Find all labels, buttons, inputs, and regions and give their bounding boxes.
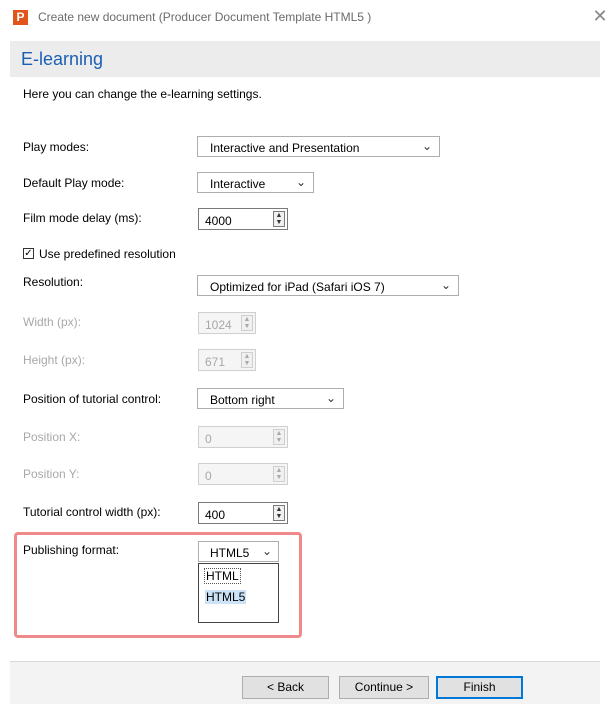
intro-text: Here you can change the e-learning setti…: [23, 87, 262, 101]
app-logo-icon: P: [13, 10, 28, 25]
spin-arrows-icon[interactable]: ▲ ▼: [241, 352, 253, 368]
option-html[interactable]: HTML: [204, 568, 241, 584]
chevron-down-icon: ⌄: [295, 175, 306, 189]
resolution-label: Resolution:: [23, 275, 84, 289]
position-y-stepper[interactable]: 0 ▲ ▼: [198, 463, 288, 485]
play-modes-dropdown[interactable]: Interactive and Presentation ⌄: [197, 136, 440, 157]
spin-arrows-icon[interactable]: ▲ ▼: [273, 505, 285, 521]
default-play-mode-dropdown[interactable]: Interactive ⌄: [197, 172, 314, 193]
position-x-label: Position X:: [23, 430, 81, 444]
publishing-format-dropdown[interactable]: HTML5 ⌄: [198, 541, 279, 562]
play-modes-label: Play modes:: [23, 140, 90, 154]
default-play-mode-value: Interactive: [210, 177, 266, 191]
height-value: 671: [205, 355, 226, 369]
spin-arrows-icon[interactable]: ▲ ▼: [241, 315, 253, 331]
tutorial-position-dropdown[interactable]: Bottom right ⌄: [197, 388, 344, 409]
film-mode-delay-label: Film mode delay (ms):: [23, 211, 142, 225]
tutorial-width-value: 400: [205, 508, 226, 522]
position-x-value: 0: [205, 432, 212, 446]
resolution-dropdown[interactable]: Optimized for iPad (Safari iOS 7) ⌄: [197, 275, 459, 296]
use-predefined-resolution-checkbox[interactable]: ✓: [23, 248, 34, 259]
chevron-down-icon: ⌄: [440, 278, 451, 292]
spin-arrows-icon[interactable]: ▲ ▼: [273, 466, 285, 482]
width-value: 1024: [205, 318, 232, 332]
use-predefined-resolution-label: Use predefined resolution: [39, 247, 176, 261]
publishing-format-label: Publishing format:: [23, 543, 120, 557]
window-title: Create new document (Producer Document T…: [38, 10, 372, 24]
publishing-format-value: HTML5: [210, 546, 250, 560]
option-html5[interactable]: HTML5: [205, 590, 247, 604]
resolution-value: Optimized for iPad (Safari iOS 7): [210, 280, 385, 294]
spin-arrows-icon[interactable]: ▲ ▼: [273, 429, 285, 445]
film-mode-delay-value: 4000: [205, 214, 232, 228]
title-bar: P Create new document (Producer Document…: [0, 0, 615, 36]
back-button[interactable]: < Back: [242, 676, 329, 699]
height-stepper[interactable]: 671 ▲ ▼: [198, 349, 256, 371]
tutorial-width-stepper[interactable]: 400 ▲ ▼: [198, 502, 288, 524]
tutorial-width-label: Tutorial control width (px):: [23, 505, 161, 519]
film-mode-delay-stepper[interactable]: 4000 ▲ ▼: [198, 208, 288, 230]
play-modes-value: Interactive and Presentation: [210, 141, 360, 155]
height-label: Height (px):: [23, 353, 86, 367]
tutorial-position-value: Bottom right: [210, 393, 275, 407]
continue-button[interactable]: Continue >: [339, 676, 429, 699]
publishing-format-options: HTML HTML5: [198, 563, 279, 623]
chevron-down-icon: ⌄: [261, 544, 272, 558]
default-play-mode-label: Default Play mode:: [23, 176, 125, 190]
tutorial-position-label: Position of tutorial control:: [23, 392, 162, 406]
finish-button[interactable]: Finish: [436, 676, 523, 699]
chevron-down-icon: ⌄: [325, 391, 336, 405]
position-y-value: 0: [205, 469, 212, 483]
chevron-down-icon: ⌄: [421, 139, 432, 153]
spin-arrows-icon[interactable]: ▲ ▼: [273, 211, 285, 227]
width-label: Width (px):: [23, 315, 82, 329]
width-stepper[interactable]: 1024 ▲ ▼: [198, 312, 256, 334]
position-x-stepper[interactable]: 0 ▲ ▼: [198, 426, 288, 448]
close-icon[interactable]: ✕: [589, 3, 611, 29]
page-title: E-learning: [21, 49, 104, 69]
position-y-label: Position Y:: [23, 467, 80, 481]
